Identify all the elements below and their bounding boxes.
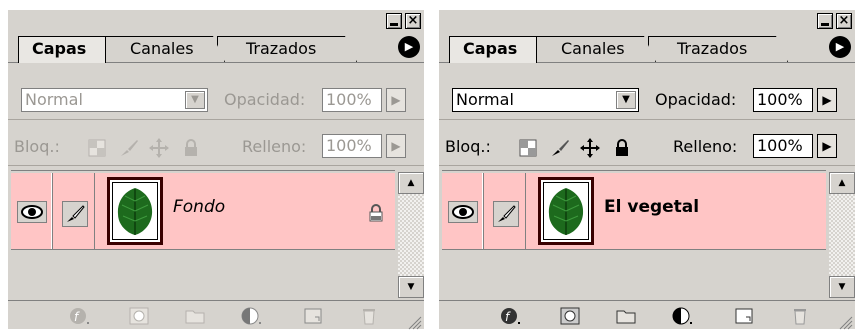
leaf-thumbnail [107, 177, 163, 245]
visibility-cell[interactable] [442, 173, 483, 249]
opacity-label: Opacidad: [224, 90, 306, 109]
lock-fill-row: Bloq.: Relleno: 100% ▶ [8, 125, 424, 166]
fill-field[interactable]: 100% [322, 134, 382, 158]
eye-icon[interactable] [17, 201, 47, 223]
blend-mode-value: Normal [25, 90, 83, 109]
fill-field[interactable]: 100% [753, 134, 813, 158]
scroll-down-icon[interactable]: ▼ [829, 276, 855, 298]
blend-mode-value: Normal [456, 90, 514, 109]
layer-mask-icon[interactable] [128, 306, 150, 326]
close-icon[interactable]: × [405, 13, 421, 29]
palette-bottom-toolbar: f [8, 300, 424, 332]
lock-paint-icon[interactable] [118, 137, 140, 159]
resize-grip-icon[interactable] [839, 316, 853, 330]
tab-canales[interactable]: Canales [105, 36, 225, 62]
layers-palette-left: × Trazados Canales Capas ▶ Normal ▼ Opac… [6, 8, 424, 332]
chevron-down-icon[interactable]: ▼ [185, 91, 205, 109]
eye-icon[interactable] [448, 201, 478, 223]
layers-palette-right: × Trazados Canales Capas ▶ Normal ▼ Opac… [437, 8, 855, 332]
layer-row-fondo[interactable]: Fondo [11, 173, 395, 250]
close-icon[interactable]: × [836, 13, 852, 29]
palette-tabs: Trazados Canales Capas ▶ [439, 32, 855, 63]
tab-trazados[interactable]: Trazados [648, 36, 788, 62]
blend-mode-select[interactable]: Normal ▼ [21, 88, 208, 112]
layer-lock-icon [369, 204, 383, 222]
new-layer-icon[interactable] [733, 306, 755, 326]
blend-opacity-row: Normal ▼ Opacidad: 100% ▶ [439, 83, 855, 120]
layer-style-icon[interactable]: f [499, 306, 521, 326]
layer-style-icon[interactable]: f [68, 306, 90, 326]
visibility-cell[interactable] [11, 173, 52, 249]
blend-opacity-row: Normal ▼ Opacidad: 100% ▶ [8, 83, 424, 120]
adjustment-layer-icon[interactable] [240, 306, 262, 326]
layer-mask-icon[interactable] [559, 306, 581, 326]
opacity-slider-arrow-icon[interactable]: ▶ [817, 88, 837, 112]
fill-label: Relleno: [242, 137, 307, 156]
opacity-slider-arrow-icon[interactable]: ▶ [386, 88, 406, 112]
tab-trazados[interactable]: Trazados [217, 36, 357, 62]
lock-label: Bloq.: [14, 137, 60, 156]
opacity-label: Opacidad: [655, 90, 737, 109]
lock-move-icon[interactable] [579, 137, 601, 159]
tab-capas[interactable]: Capas [18, 36, 106, 63]
link-cell[interactable] [54, 173, 95, 249]
layer-name: El vegetal [604, 197, 700, 217]
brush-icon [62, 201, 88, 227]
layers-list: Fondo [11, 170, 395, 296]
scroll-up-icon[interactable]: ▲ [829, 172, 855, 194]
layers-scrollbar[interactable]: ▲ ▼ [398, 172, 424, 298]
scroll-down-icon[interactable]: ▼ [398, 276, 424, 298]
opacity-field[interactable]: 100% [753, 88, 813, 112]
layer-name: Fondo [173, 197, 226, 217]
opacity-field[interactable]: 100% [322, 88, 382, 112]
lock-label: Bloq.: [445, 137, 491, 156]
leaf-thumbnail [538, 177, 594, 245]
palette-tabs: Trazados Canales Capas ▶ [8, 32, 424, 63]
lock-paint-icon[interactable] [549, 137, 571, 159]
panel-menu-arrow-icon[interactable]: ▶ [829, 36, 851, 58]
fill-label: Relleno: [673, 137, 738, 156]
tab-capas[interactable]: Capas [449, 36, 537, 63]
panel-menu-arrow-icon[interactable]: ▶ [398, 36, 420, 58]
lock-transparency-icon[interactable] [517, 137, 539, 159]
fill-slider-arrow-icon[interactable]: ▶ [817, 134, 837, 158]
lock-all-icon[interactable] [180, 137, 202, 159]
minimize-icon[interactable] [386, 13, 402, 29]
layer-row-el-vegetal[interactable]: El vegetal [442, 173, 826, 250]
layers-list: El vegetal [442, 170, 826, 296]
brush-icon [493, 201, 519, 227]
blend-mode-select[interactable]: Normal ▼ [452, 88, 639, 112]
resize-grip-icon[interactable] [408, 316, 422, 330]
lock-fill-row: Bloq.: Relleno: 100% ▶ [439, 125, 855, 166]
lock-move-icon[interactable] [148, 137, 170, 159]
layer-set-icon[interactable] [184, 306, 206, 326]
palette-bottom-toolbar: f [439, 300, 855, 332]
palette-titlebar: × [439, 10, 855, 30]
tab-canales[interactable]: Canales [536, 36, 656, 62]
trash-icon[interactable] [358, 306, 380, 326]
lock-all-icon[interactable] [611, 137, 633, 159]
adjustment-layer-icon[interactable] [671, 306, 693, 326]
new-layer-icon[interactable] [302, 306, 324, 326]
fill-slider-arrow-icon[interactable]: ▶ [386, 134, 406, 158]
link-cell[interactable] [485, 173, 526, 249]
chevron-down-icon[interactable]: ▼ [616, 91, 636, 109]
layers-scrollbar[interactable]: ▲ ▼ [829, 172, 855, 298]
minimize-icon[interactable] [817, 13, 833, 29]
lock-transparency-icon[interactable] [86, 137, 108, 159]
trash-icon[interactable] [789, 306, 811, 326]
palette-titlebar: × [8, 10, 424, 30]
scroll-up-icon[interactable]: ▲ [398, 172, 424, 194]
layer-set-icon[interactable] [615, 306, 637, 326]
